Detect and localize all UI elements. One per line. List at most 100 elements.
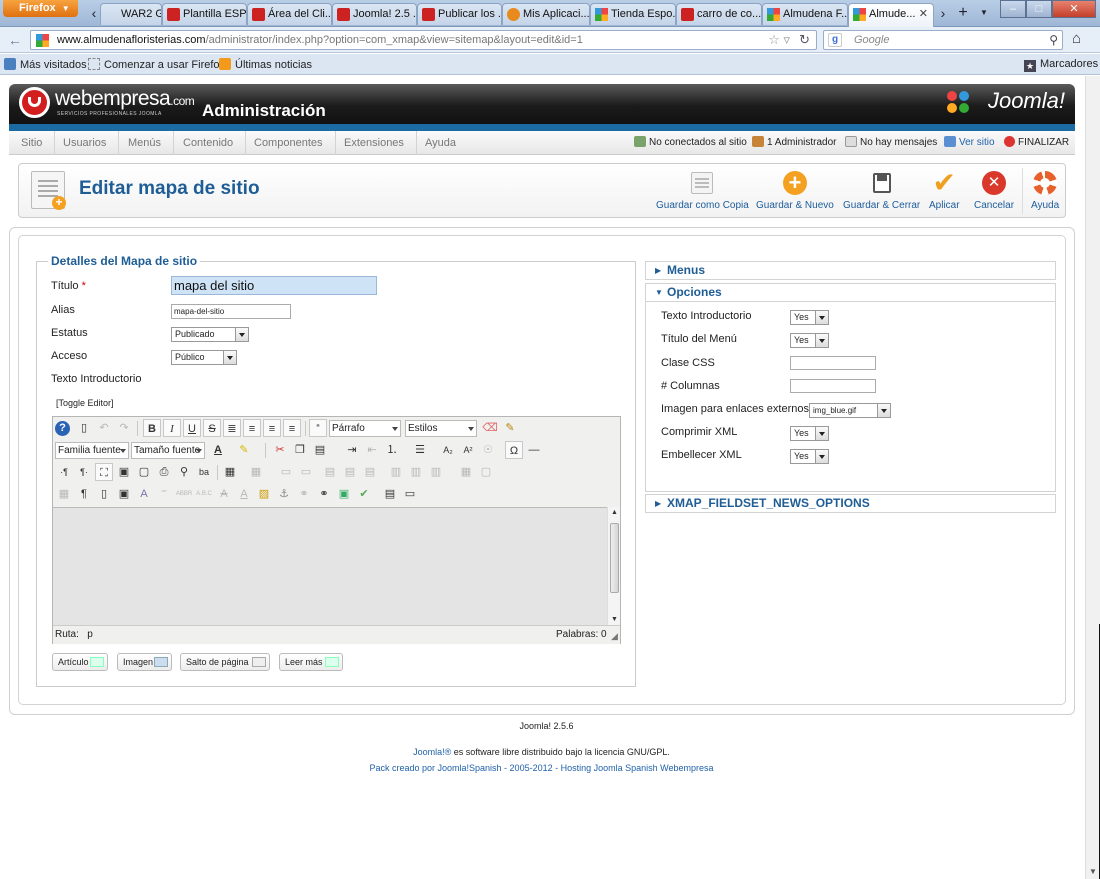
path-value[interactable]: p: [87, 629, 93, 640]
home-icon[interactable]: ⌂: [1072, 30, 1081, 47]
insert-row-before-icon[interactable]: ▤: [321, 463, 339, 481]
insert-image-icon[interactable]: ▣: [335, 485, 353, 503]
css-class-input[interactable]: [790, 356, 876, 370]
delete-col-icon[interactable]: ▥: [427, 463, 445, 481]
attributes-icon[interactable]: ▨: [255, 485, 273, 503]
browser-tab[interactable]: Almudena F...: [762, 3, 848, 25]
save-as-copy-button[interactable]: Guardar como Copia: [656, 170, 749, 211]
scroll-down-icon[interactable]: ▼: [611, 616, 618, 623]
title-input[interactable]: mapa del sitio: [171, 276, 377, 295]
indent-icon[interactable]: ⇥: [343, 441, 361, 459]
insert-table-icon[interactable]: ▦: [221, 463, 239, 481]
copy-icon[interactable]: ❐: [291, 441, 309, 459]
unlink-icon[interactable]: ⚭: [295, 485, 313, 503]
maximize-icon[interactable]: □: [1026, 0, 1052, 18]
strikethrough-icon[interactable]: S: [203, 419, 221, 437]
menu-item-menus[interactable]: Menús: [116, 131, 175, 155]
bold-icon[interactable]: B: [143, 419, 161, 437]
deletion-icon[interactable]: A: [215, 485, 233, 503]
align-center-icon[interactable]: ≡: [243, 419, 261, 437]
intro-text-select[interactable]: Yes: [790, 310, 829, 325]
joomla-link[interactable]: Joomla!®: [413, 747, 451, 757]
new-document-icon[interactable]: ▯: [75, 419, 93, 437]
outdent-icon[interactable]: ⇤: [363, 441, 381, 459]
browser-tab-active[interactable]: Almude... ✕: [848, 3, 934, 27]
special-char-omega-icon[interactable]: Ω: [505, 441, 523, 459]
browser-tab[interactable]: WAR2 Glory...: [100, 3, 162, 25]
tab-scroll-left-icon[interactable]: ‹: [88, 4, 100, 22]
acronym-icon[interactable]: A.B.C: [195, 485, 213, 503]
access-select[interactable]: Público: [171, 350, 237, 365]
merge-cells-icon[interactable]: ▢: [477, 463, 495, 481]
cite-icon[interactable]: “”: [155, 485, 173, 503]
rtl-icon[interactable]: ¶·: [75, 463, 93, 481]
editor-scrollbar[interactable]: ▲ ▼: [607, 507, 620, 625]
search-bar[interactable]: g Google ⚲: [823, 30, 1063, 50]
browser-tab[interactable]: Joomla! 2.5 ...: [332, 3, 417, 25]
image-button[interactable]: Imagen: [117, 653, 172, 671]
find-binoculars-icon[interactable]: ⚲: [175, 463, 193, 481]
bookmarks-menu[interactable]: ★ Marcadores: [1024, 58, 1098, 72]
article-button[interactable]: Artículo: [52, 653, 108, 671]
italic-icon[interactable]: I: [163, 419, 181, 437]
apply-button[interactable]: ✔ Aplicar: [929, 169, 960, 212]
anchor-icon[interactable]: ⚓: [275, 485, 293, 503]
menu-item-sitio[interactable]: Sitio: [9, 131, 56, 155]
bookmark-getting-started[interactable]: Comenzar a usar Firefox: [88, 58, 225, 71]
menu-title-select[interactable]: Yes: [790, 333, 829, 348]
insert-media-icon[interactable]: ▣: [115, 463, 133, 481]
preview-icon[interactable]: ▢: [135, 463, 153, 481]
beautify-xml-select[interactable]: Yes: [790, 449, 829, 464]
status-select[interactable]: Publicado: [171, 327, 249, 342]
menu-item-contenido[interactable]: Contenido: [171, 131, 247, 155]
pagebreak-icon[interactable]: ▭: [401, 485, 419, 503]
fullscreen-icon[interactable]: ⛶: [95, 463, 113, 481]
browser-tab[interactable]: Publicar los ...: [417, 3, 502, 25]
blockquote-icon[interactable]: “: [309, 419, 327, 437]
help-icon[interactable]: ?: [55, 421, 70, 436]
insert-col-after-icon[interactable]: ▥: [407, 463, 425, 481]
view-site-link[interactable]: Ver sitio: [944, 131, 995, 155]
print-icon[interactable]: ⎙: [155, 463, 173, 481]
scroll-up-icon[interactable]: ▲: [611, 509, 618, 516]
style-props-icon[interactable]: A: [135, 485, 153, 503]
tab-scroll-right-icon[interactable]: ›: [937, 4, 949, 22]
align-justify-icon[interactable]: ≣: [223, 419, 241, 437]
insert-col-before-icon[interactable]: ▥: [387, 463, 405, 481]
insertion-icon[interactable]: A: [235, 485, 253, 503]
menu-item-componentes[interactable]: Componentes: [242, 131, 336, 155]
font-family-select[interactable]: Familia fuente: [55, 442, 129, 459]
text-color-icon[interactable]: A: [209, 441, 227, 459]
reload-icon[interactable]: ↻: [799, 31, 810, 49]
superscript-icon[interactable]: A²: [459, 441, 477, 459]
read-more-button[interactable]: Leer más: [279, 653, 343, 671]
subscript-icon[interactable]: A₂: [439, 441, 457, 459]
bookmark-latest-news[interactable]: Últimas noticias: [219, 58, 312, 71]
page-scroll-thumb[interactable]: [1087, 76, 1099, 625]
external-link-image-select[interactable]: img_blue.gif: [809, 403, 891, 418]
template-icon[interactable]: ▤: [381, 485, 399, 503]
cancel-button[interactable]: ✕ Cancelar: [974, 170, 1014, 211]
browser-tab[interactable]: Mis Aplicaci...: [502, 3, 590, 25]
menu-item-extensiones[interactable]: Extensiones: [332, 131, 417, 155]
insert-row-after-icon[interactable]: ▤: [341, 463, 359, 481]
editor-content-area[interactable]: [53, 507, 607, 625]
news-options-pane-header[interactable]: ▶ XMAP_FIELDSET_NEWS_OPTIONS: [645, 494, 1056, 513]
table-delete-icon[interactable]: ▦: [247, 463, 265, 481]
insert-page-icon[interactable]: ▯: [95, 485, 113, 503]
scroll-down-icon[interactable]: ▼: [1089, 867, 1097, 876]
abbr-icon[interactable]: ABBR: [175, 485, 193, 503]
cleanup-broom-icon[interactable]: ✎: [501, 419, 519, 437]
highlight-color-icon[interactable]: ✎: [235, 441, 253, 459]
browser-tab[interactable]: Área del Cli...: [247, 3, 332, 25]
undo-icon[interactable]: ↶: [95, 419, 113, 437]
help-button[interactable]: Ayuda: [1031, 170, 1059, 211]
insert-symbol-disabled-icon[interactable]: ☉: [479, 441, 497, 459]
search-icon[interactable]: ⚲: [1049, 31, 1058, 49]
show-blocks-pilcrow-icon[interactable]: ¶: [75, 485, 93, 503]
cut-icon[interactable]: ✂: [271, 441, 289, 459]
compress-xml-select[interactable]: Yes: [790, 426, 829, 441]
resize-grip-icon[interactable]: ◢: [611, 627, 618, 645]
paste-icon[interactable]: ▤: [311, 441, 329, 459]
back-arrow-icon[interactable]: ←: [6, 31, 24, 49]
